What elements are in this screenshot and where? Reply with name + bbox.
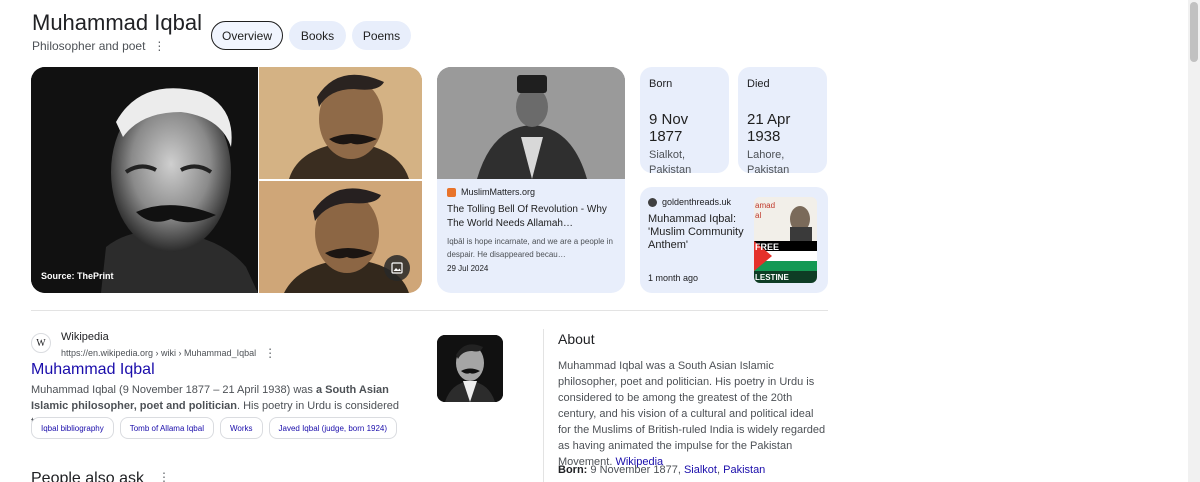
entity-title: Muhammad Iqbal: [32, 10, 202, 35]
news-title[interactable]: The Tolling Bell Of Revolution - Why The…: [447, 203, 615, 231]
chip-tomb-of-allama-iqbal[interactable]: Tomb of Allama Iqbal: [119, 417, 214, 439]
result-url: https://en.wikipedia.org › wiki › Muhamm…: [61, 348, 257, 358]
article-thumbnail: amad al FREE LESTINE: [754, 197, 817, 283]
news-card[interactable]: MuslimMatters.org The Tolling Bell Of Re…: [437, 67, 625, 293]
article-time: 1 month ago: [648, 273, 699, 283]
born-label: Born: [649, 78, 673, 90]
article-card[interactable]: goldenthreads.uk Muhammad Iqbal: 'Muslim…: [640, 187, 828, 293]
tab-bar: Overview Books Poems: [211, 21, 411, 50]
article-title[interactable]: Muhammad Iqbal: 'Muslim Community Anthem…: [648, 213, 748, 252]
about-text: Muhammad Iqbal was a South Asian Islamic…: [558, 360, 826, 468]
image-source-label: Source: ThePrint: [41, 271, 114, 281]
site-favicon-icon: [447, 187, 456, 197]
section-divider: [31, 310, 828, 311]
about-born-city-link[interactable]: Sialkot: [684, 464, 717, 476]
about-born-row: Born: 9 November 1877, Sialkot, Pakistan: [558, 464, 765, 476]
about-born-country-link[interactable]: Pakistan: [723, 464, 765, 476]
vertical-scrollbar[interactable]: [1188, 0, 1200, 482]
svg-text:amad: amad: [755, 201, 775, 210]
result-site-name: Wikipedia: [61, 331, 109, 343]
entity-subtitle-row: Philosopher and poet ⋮: [32, 39, 165, 53]
tab-books[interactable]: Books: [289, 21, 346, 50]
more-options-icon[interactable]: ⋮: [153, 39, 165, 53]
scrollbar-thumb[interactable]: [1190, 2, 1198, 62]
about-heading: About: [558, 331, 595, 347]
portrait-graphic: [31, 67, 258, 293]
article-thumbnail-graphic: amad al FREE LESTINE: [754, 197, 817, 283]
news-source: MuslimMatters.org: [461, 187, 536, 197]
related-chips: Iqbal bibliography Tomb of Allama Iqbal …: [31, 417, 398, 439]
result-url-row: https://en.wikipedia.org › wiki › Muhamm…: [61, 346, 276, 360]
portrait-thumbnail-2[interactable]: [259, 181, 422, 293]
portrait-graphic: [259, 67, 422, 179]
image-search-button[interactable]: [384, 255, 410, 281]
born-place: Sialkot, Pakistan: [649, 149, 692, 176]
tab-poems[interactable]: Poems: [352, 21, 411, 50]
news-source-row: MuslimMatters.org: [447, 187, 615, 197]
born-card[interactable]: Born 9 Nov 1877 Sialkot, Pakistan: [640, 67, 729, 176]
about-description: Muhammad Iqbal was a South Asian Islamic…: [558, 358, 828, 470]
people-also-ask-heading: People also ask ⋮: [31, 470, 170, 482]
result-more-icon[interactable]: ⋮: [264, 346, 276, 360]
result-thumbnail[interactable]: [437, 335, 503, 402]
news-date: 29 Jul 2024: [447, 264, 489, 273]
news-image: [437, 67, 625, 179]
svg-text:LESTINE: LESTINE: [755, 273, 789, 282]
born-date: 9 Nov 1877: [649, 111, 689, 145]
died-date: 21 Apr 1938: [747, 111, 791, 145]
portrait-thumbnail-1[interactable]: [259, 67, 422, 179]
news-snippet: Iqbāl is hope incarnate, and we are a pe…: [447, 237, 613, 259]
entity-subtitle: Philosopher and poet: [32, 39, 146, 53]
chip-iqbal-bibliography[interactable]: Iqbal bibliography: [31, 417, 114, 439]
died-label: Died: [747, 78, 770, 90]
people-also-ask-title: People also ask: [31, 470, 144, 482]
result-title-link[interactable]: Muhammad Iqbal: [31, 361, 155, 379]
site-favicon-icon: [648, 197, 657, 207]
article-source: goldenthreads.uk: [662, 197, 732, 207]
about-born-label: Born:: [558, 464, 588, 476]
died-card[interactable]: Died 21 Apr 1938 Lahore, Pakistan: [738, 67, 827, 176]
result-snippet-pre: Muhammad Iqbal (9 November 1877 – 21 Apr…: [31, 384, 316, 396]
died-place: Lahore, Pakistan: [747, 149, 790, 176]
news-portrait-graphic: [437, 67, 625, 179]
svg-text:FREE: FREE: [755, 242, 779, 252]
svg-text:al: al: [755, 211, 761, 220]
main-portrait-image[interactable]: Source: ThePrint: [31, 67, 258, 293]
chip-javed-iqbal[interactable]: Javed Iqbal (judge, born 1924): [268, 417, 398, 439]
about-born-separator: ,: [716, 464, 721, 476]
news-body: MuslimMatters.org The Tolling Bell Of Re…: [437, 179, 625, 281]
wikipedia-favicon-icon: W: [31, 333, 51, 353]
image-icon: [391, 262, 403, 274]
paa-more-icon[interactable]: ⋮: [158, 470, 170, 482]
chip-works[interactable]: Works: [219, 417, 263, 439]
about-born-value: 9 November 1877,: [590, 464, 681, 476]
column-divider: [543, 329, 544, 482]
result-portrait-graphic: [437, 335, 503, 402]
tab-overview[interactable]: Overview: [211, 21, 283, 50]
